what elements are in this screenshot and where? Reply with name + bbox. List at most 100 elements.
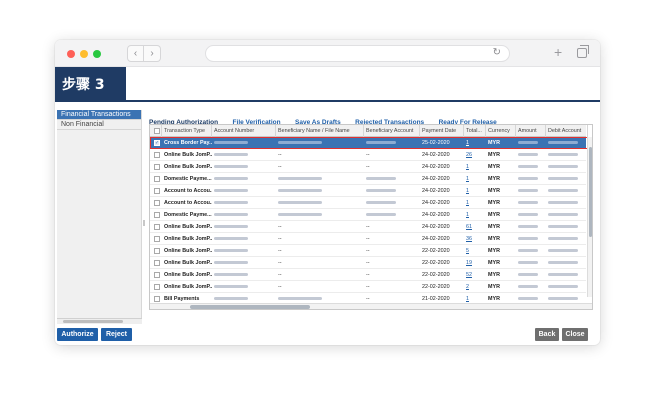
table-vertical-thumb[interactable] — [589, 147, 592, 237]
table-row[interactable]: Online Bulk JomP... -- -- 24-02-2020 1 MYR — [150, 161, 586, 173]
redacted-value — [548, 141, 578, 144]
table-row[interactable]: Account to Accou... 24-02-2020 1 MYR — [150, 185, 586, 197]
splitter-handle[interactable] — [143, 220, 145, 226]
cell-beneficiary-account: -- — [366, 260, 370, 266]
column-header-payment-date[interactable]: Payment Date — [420, 125, 464, 137]
row-checkbox[interactable] — [154, 248, 160, 254]
column-header-amount[interactable]: Amount — [516, 125, 546, 137]
column-header-beneficiary-name[interactable]: Beneficiary Name / File Name — [276, 125, 364, 137]
table-row[interactable]: Online Bulk JomP... -- -- 22-02-2020 52 MYR — [150, 269, 586, 281]
column-header-beneficiary-account[interactable]: Beneficiary Account — [364, 125, 420, 137]
total-count-link[interactable]: 1 — [466, 200, 469, 206]
table-horizontal-thumb[interactable] — [190, 305, 310, 309]
column-header-account-number[interactable]: Account Number — [212, 125, 276, 137]
column-header-transaction-type[interactable]: Transaction Type — [162, 125, 212, 137]
total-count-link[interactable]: 26 — [466, 152, 472, 158]
total-count-link[interactable]: 36 — [466, 236, 472, 242]
tabs-overview-icon[interactable] — [577, 45, 589, 58]
authorize-button[interactable]: Authorize — [57, 328, 98, 341]
row-checkbox[interactable] — [154, 236, 160, 242]
table-row[interactable]: Domestic Payme... 24-02-2020 1 MYR — [150, 209, 586, 221]
address-bar[interactable]: ↻ — [205, 45, 510, 62]
back-arrow-icon[interactable]: ‹ — [127, 45, 144, 62]
column-header-total[interactable]: Total... — [464, 125, 486, 137]
total-count-link[interactable]: 1 — [466, 296, 469, 302]
total-count-link[interactable]: 19 — [466, 260, 472, 266]
row-checkbox[interactable] — [154, 188, 160, 194]
sidebar-item-non-financial[interactable]: Non Financial — [57, 120, 141, 130]
row-checkbox[interactable] — [154, 296, 160, 302]
table-horizontal-scrollbar[interactable] — [150, 303, 592, 309]
back-button[interactable]: Back — [535, 328, 559, 341]
row-checkbox[interactable] — [154, 212, 160, 218]
redacted-value — [366, 189, 396, 192]
column-header-debit-account[interactable]: Debit Account — [546, 125, 588, 137]
redacted-value — [518, 297, 538, 300]
table-vertical-scrollbar[interactable] — [587, 137, 592, 297]
total-count-link[interactable]: 5 — [466, 248, 469, 254]
redacted-value — [518, 141, 538, 144]
table-row[interactable]: Domestic Payme... 24-02-2020 1 MYR — [150, 173, 586, 185]
table-row[interactable]: Online Bulk JomP... -- -- 24-02-2020 36 MYR — [150, 233, 586, 245]
total-count-link[interactable]: 1 — [466, 176, 469, 182]
row-checkbox[interactable] — [154, 224, 160, 230]
sidebar-scroll-thumb[interactable] — [63, 320, 123, 323]
table-row[interactable]: Online Bulk JomP... -- -- 22-02-2020 19 MYR — [150, 257, 586, 269]
cell-type: Account to Accou... — [164, 200, 212, 206]
maximize-window-button[interactable] — [93, 50, 101, 58]
redacted-value — [518, 177, 538, 180]
table-row[interactable]: Online Bulk JomP... -- -- 22-02-2020 2 MYR — [150, 281, 586, 293]
cell-beneficiary-account: -- — [366, 248, 370, 254]
sidebar-item-financial-transactions[interactable]: Financial Transactions — [57, 110, 141, 120]
redacted-value — [518, 213, 538, 216]
redacted-value — [366, 201, 396, 204]
row-checkbox[interactable] — [154, 200, 160, 206]
table-row[interactable]: Online Bulk JomP... -- -- 22-02-2020 5 MYR — [150, 245, 586, 257]
browser-window: ‹ › ↻ + 步骤 3 Financial Transactions Non … — [55, 40, 600, 345]
cell-beneficiary-account: -- — [366, 152, 370, 158]
total-count-link[interactable]: 1 — [466, 212, 469, 218]
sidebar: Financial Transactions Non Financial — [57, 110, 142, 324]
cell-date: 22-02-2020 — [422, 248, 450, 254]
cell-beneficiary-account: -- — [366, 164, 370, 170]
row-checkbox[interactable] — [154, 176, 160, 182]
total-count-link[interactable]: 1 — [466, 188, 469, 194]
close-button[interactable]: Close — [562, 328, 588, 341]
row-checkbox[interactable] — [154, 284, 160, 290]
cell-type: Online Bulk JomP... — [164, 248, 212, 254]
table-row[interactable]: Online Bulk JomP... -- -- 24-02-2020 61 MYR — [150, 221, 586, 233]
cell-beneficiary-name: -- — [278, 152, 282, 158]
forward-arrow-icon[interactable]: › — [144, 45, 161, 62]
redacted-value — [366, 141, 396, 144]
cell-beneficiary-name: -- — [278, 164, 282, 170]
browser-toolbar: ‹ › ↻ + — [55, 40, 600, 67]
total-count-link[interactable]: 1 — [466, 164, 469, 170]
total-count-link[interactable]: 61 — [466, 224, 472, 230]
close-window-button[interactable] — [67, 50, 75, 58]
redacted-value — [214, 141, 248, 144]
row-checkbox[interactable] — [154, 272, 160, 278]
minimize-window-button[interactable] — [80, 50, 88, 58]
table-row[interactable]: ✓ Cross Border Pay... 25-02-2020 1 MYR — [150, 137, 586, 149]
total-count-link[interactable]: 1 — [466, 140, 469, 146]
reload-icon[interactable]: ↻ — [493, 47, 501, 58]
row-checkbox[interactable] — [154, 164, 160, 170]
table-row[interactable]: Online Bulk JomP... -- -- 24-02-2020 26 MYR — [150, 149, 586, 161]
redacted-value — [214, 153, 248, 156]
cell-type: Online Bulk JomP... — [164, 164, 212, 170]
select-all-checkbox[interactable] — [154, 128, 160, 134]
column-header-currency[interactable]: Currency — [486, 125, 516, 137]
table-row[interactable]: Account to Accou... 24-02-2020 1 MYR — [150, 197, 586, 209]
sidebar-scrollbar[interactable] — [57, 318, 142, 324]
redacted-value — [214, 237, 248, 240]
row-checkbox[interactable] — [154, 260, 160, 266]
new-tab-icon[interactable]: + — [554, 44, 562, 60]
row-checkbox[interactable] — [154, 152, 160, 158]
redacted-value — [548, 225, 578, 228]
redacted-value — [518, 153, 538, 156]
total-count-link[interactable]: 52 — [466, 272, 472, 278]
total-count-link[interactable]: 2 — [466, 284, 469, 290]
reject-button[interactable]: Reject — [101, 328, 132, 341]
redacted-value — [214, 225, 248, 228]
row-checkbox[interactable]: ✓ — [154, 140, 160, 146]
